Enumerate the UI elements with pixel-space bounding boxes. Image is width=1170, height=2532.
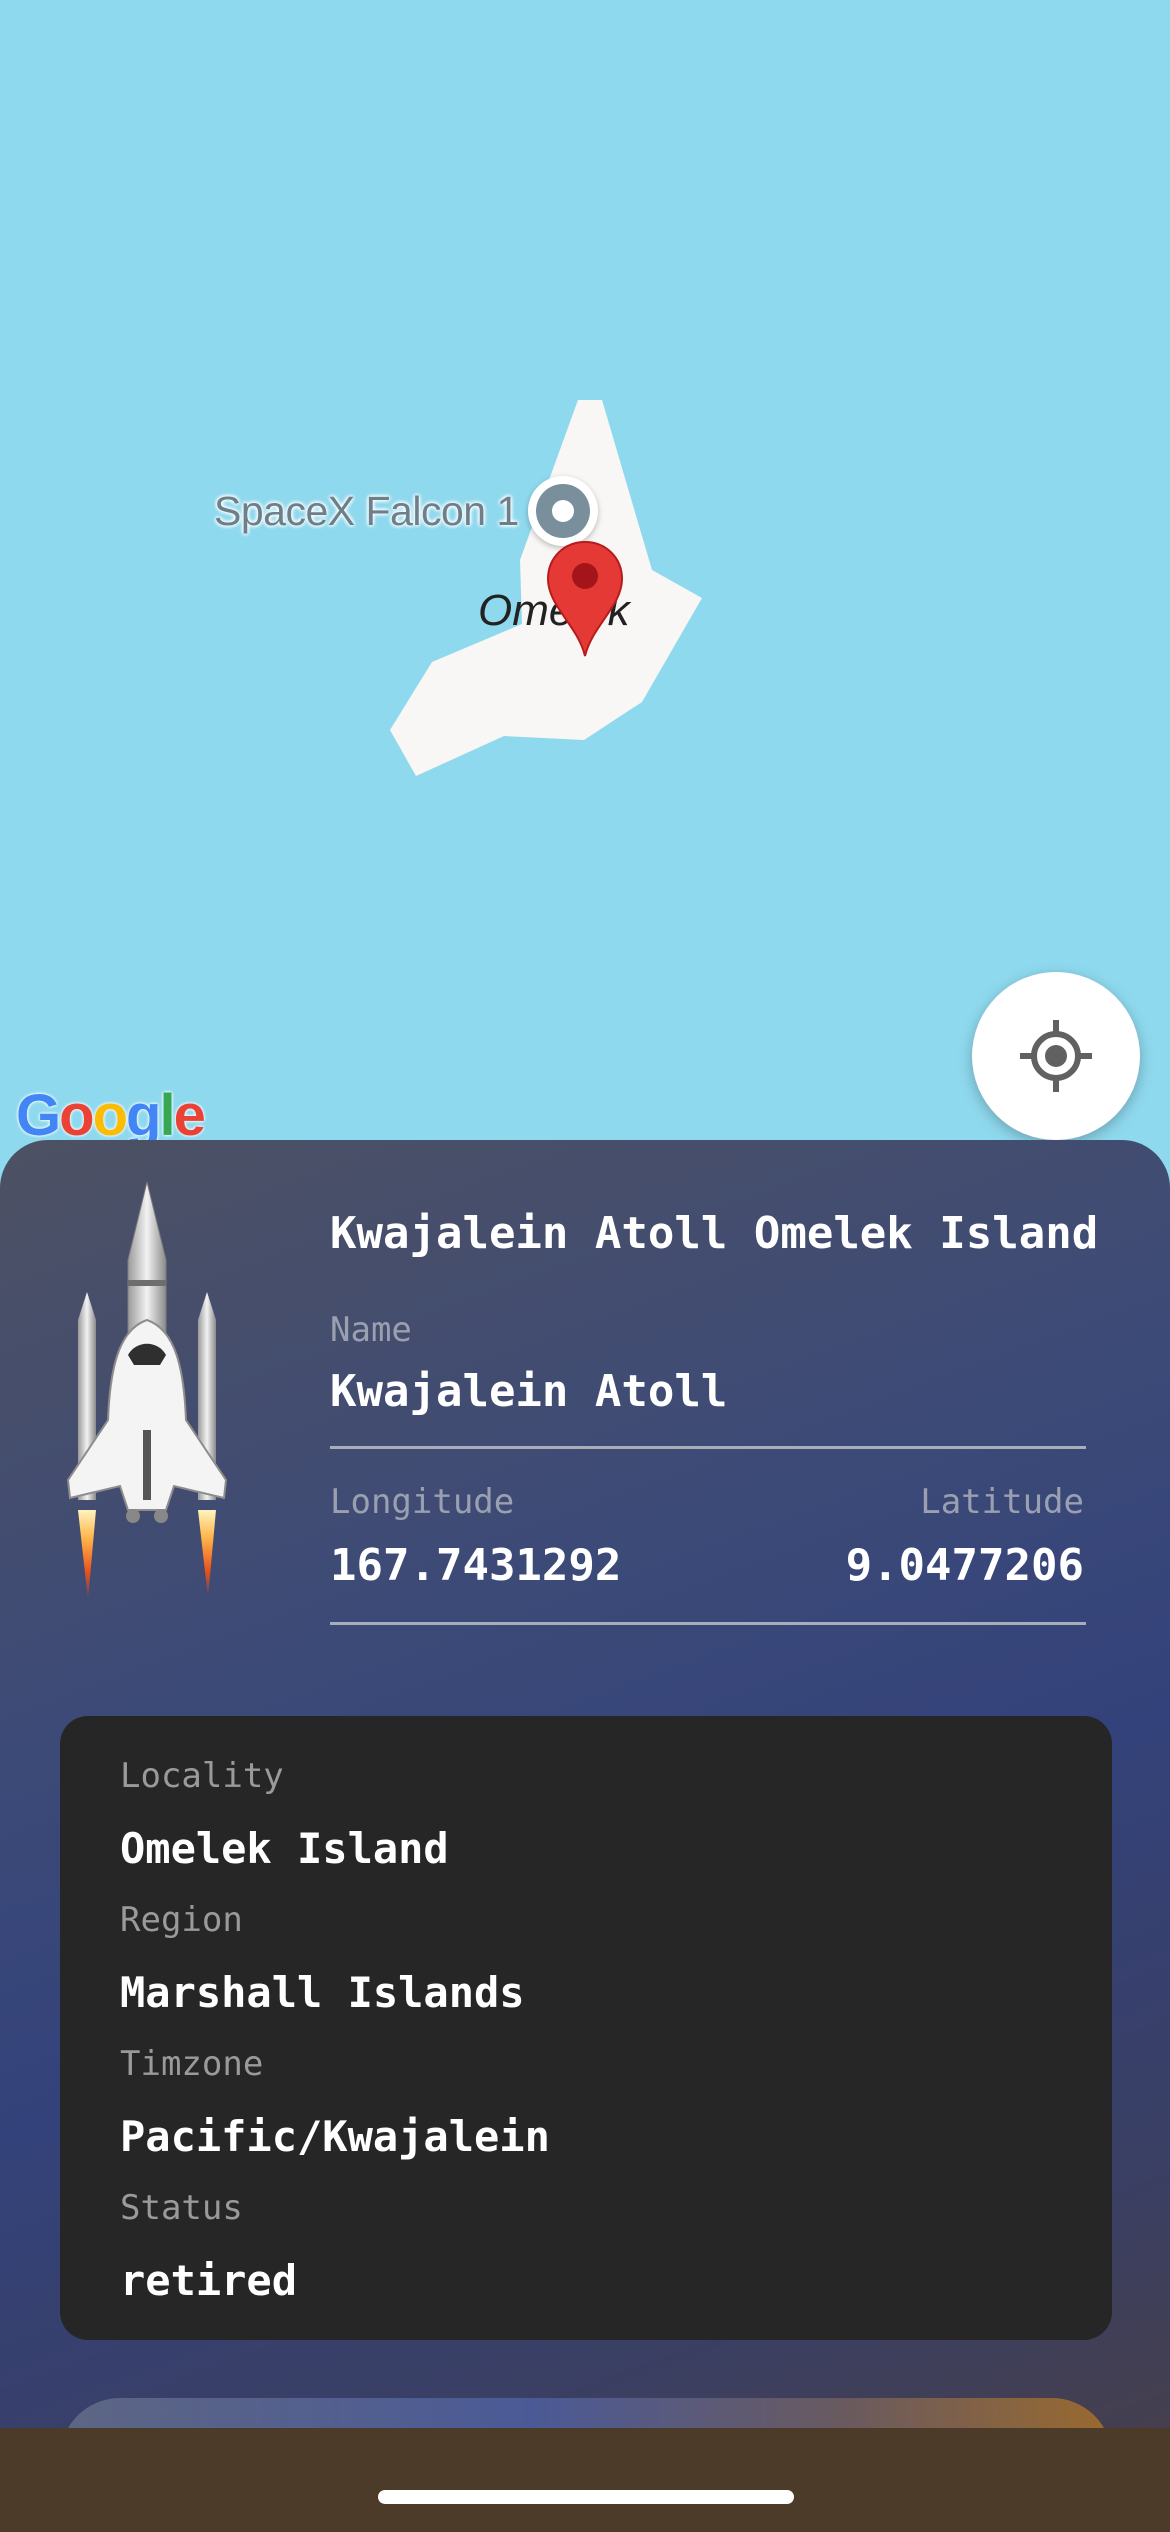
launchpad-poi-icon[interactable] bbox=[528, 476, 598, 546]
launchpad-title: Kwajalein Atoll Omelek Island bbox=[330, 1208, 1099, 1259]
latitude-value: 9.0477206 bbox=[845, 1540, 1084, 1591]
locality-label: Locality bbox=[120, 1756, 284, 1796]
divider bbox=[330, 1446, 1086, 1449]
details-card: Locality Omelek Island Region Marshall I… bbox=[60, 1716, 1112, 2340]
latitude-label: Latitude bbox=[920, 1482, 1084, 1522]
status-label: Status bbox=[120, 2188, 243, 2228]
status-value: retired bbox=[120, 2256, 298, 2305]
my-location-button[interactable] bbox=[972, 972, 1140, 1140]
map-pin-icon[interactable] bbox=[546, 540, 624, 658]
poi-label[interactable]: SpaceX Falcon 1 bbox=[214, 488, 519, 535]
name-value: Kwajalein Atoll bbox=[330, 1366, 728, 1417]
longitude-value: 167.7431292 bbox=[330, 1540, 622, 1591]
google-logo: Google bbox=[16, 1083, 206, 1148]
timezone-value: Pacific/Kwajalein bbox=[120, 2112, 550, 2161]
name-label: Name bbox=[330, 1310, 412, 1350]
map-view[interactable]: SpaceX Falcon 1 Omelek Google bbox=[0, 0, 1170, 1160]
launchpad-detail-sheet[interactable]: Kwajalein Atoll Omelek Island Name Kwaja… bbox=[0, 1140, 1170, 2532]
my-location-icon bbox=[1020, 1020, 1092, 1092]
longitude-label: Longitude bbox=[330, 1482, 515, 1522]
divider bbox=[330, 1622, 1086, 1625]
region-value: Marshall Islands bbox=[120, 1968, 525, 2017]
space-shuttle-icon bbox=[66, 1181, 228, 1600]
timezone-label: Timzone bbox=[120, 2044, 264, 2084]
home-indicator[interactable] bbox=[378, 2490, 794, 2504]
home-bar-area bbox=[0, 2428, 1170, 2532]
locality-value: Omelek Island bbox=[120, 1824, 449, 1873]
region-label: Region bbox=[120, 1900, 243, 1940]
